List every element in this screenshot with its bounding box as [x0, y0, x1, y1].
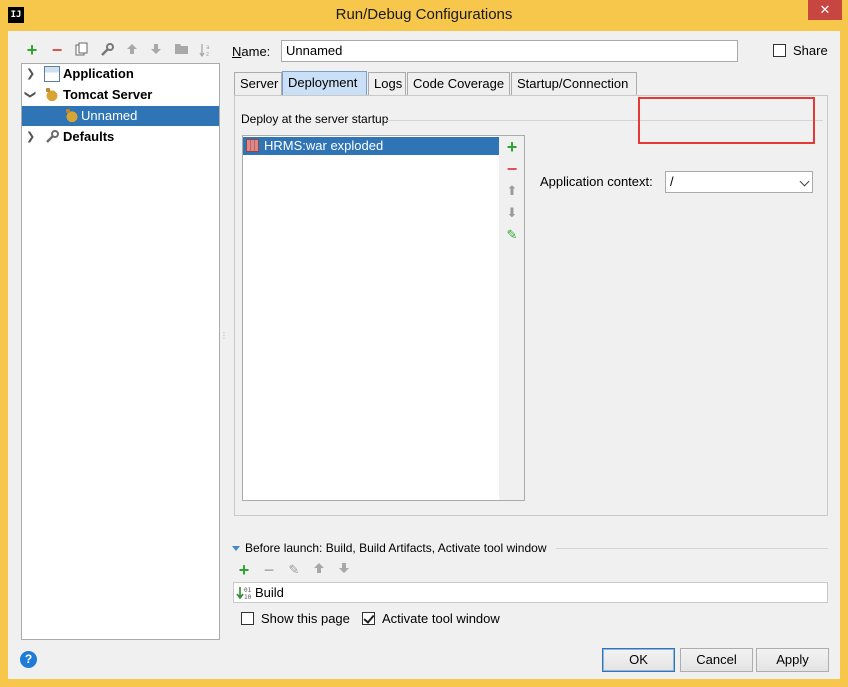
- tree-item-tomcat-server[interactable]: ❯ Tomcat Server: [22, 85, 219, 105]
- help-icon[interactable]: ?: [20, 651, 37, 668]
- tree-item-application[interactable]: ❯ Application: [22, 64, 219, 84]
- chevron-down-icon[interactable]: [799, 176, 810, 187]
- before-launch-item-label: Build: [255, 585, 284, 600]
- edit-defaults-wrench-icon[interactable]: [99, 42, 115, 58]
- tab-startup-connection[interactable]: Startup/Connection: [511, 72, 637, 96]
- tab-deployment[interactable]: Deployment: [282, 71, 367, 97]
- edit-task-icon[interactable]: ✎: [286, 561, 302, 579]
- move-up-icon[interactable]: ⬆: [504, 183, 520, 199]
- share-checkbox[interactable]: Share: [773, 43, 828, 58]
- deployment-item-label: HRMS:war exploded: [264, 138, 384, 153]
- wrench-icon: [44, 129, 60, 145]
- war-artifact-icon: [246, 139, 259, 152]
- edit-pencil-icon[interactable]: ✎: [504, 227, 520, 243]
- cancel-button[interactable]: Cancel: [680, 648, 753, 672]
- collapse-triangle-icon[interactable]: [232, 546, 240, 551]
- chevron-right-icon[interactable]: ❯: [26, 127, 36, 147]
- activate-tool-window-label: Activate tool window: [382, 611, 500, 626]
- tomcat-icon: [44, 87, 60, 103]
- svg-text:10: 10: [244, 594, 252, 601]
- application-context-label: Application context:: [540, 174, 653, 189]
- remove-configuration-icon[interactable]: −: [49, 41, 65, 59]
- svg-text:a: a: [206, 44, 210, 51]
- deployment-panel: Deploy at the server startup HRMS:war ex…: [234, 95, 828, 516]
- folder-icon[interactable]: [173, 42, 189, 58]
- show-this-page-checkbox[interactable]: Show this page: [241, 611, 350, 626]
- show-this-page-box[interactable]: [241, 612, 254, 625]
- chevron-down-icon[interactable]: ❯: [20, 90, 40, 100]
- application-context-select[interactable]: /: [665, 171, 813, 193]
- name-input[interactable]: Unnamed: [281, 40, 738, 62]
- sort-alphabetically-icon[interactable]: az: [198, 42, 214, 58]
- splitter-handle[interactable]: ⋮: [220, 331, 228, 345]
- svg-text:01: 01: [244, 587, 252, 594]
- before-launch-title: Before launch: Build, Build Artifacts, A…: [245, 541, 547, 555]
- tab-logs[interactable]: Logs: [368, 72, 406, 96]
- move-up-icon[interactable]: [311, 561, 327, 579]
- tomcat-icon: [64, 108, 80, 124]
- move-down-icon[interactable]: [336, 561, 352, 579]
- move-down-icon[interactable]: [148, 42, 164, 58]
- close-button[interactable]: ✕: [808, 0, 842, 20]
- tab-code-coverage[interactable]: Code Coverage: [407, 72, 510, 96]
- group-divider: [556, 548, 828, 549]
- application-icon: [44, 66, 60, 82]
- activate-tool-window-box[interactable]: [362, 612, 375, 625]
- deployment-list[interactable]: HRMS:war exploded: [242, 135, 500, 501]
- dialog-window: IJ Run/Debug Configurations ✕ + − az ❯ A…: [0, 0, 848, 687]
- activate-tool-window-checkbox[interactable]: Activate tool window: [362, 611, 500, 626]
- title-bar[interactable]: IJ Run/Debug Configurations ✕: [0, 0, 848, 31]
- tree-item-unnamed[interactable]: Unnamed: [22, 106, 219, 126]
- remove-deployment-icon[interactable]: −: [504, 160, 520, 178]
- move-up-icon[interactable]: [124, 42, 140, 58]
- share-label: Share: [793, 43, 828, 58]
- tree-item-defaults[interactable]: ❯ Defaults: [22, 127, 219, 147]
- add-task-icon[interactable]: +: [236, 561, 252, 579]
- application-context-value: /: [670, 174, 674, 189]
- deployment-toolbar: + − ⬆ ⬇ ✎: [499, 135, 525, 501]
- deployment-item[interactable]: HRMS:war exploded: [243, 137, 499, 155]
- tab-server[interactable]: Server: [234, 72, 282, 96]
- tree-item-label: Unnamed: [81, 108, 138, 123]
- add-configuration-icon[interactable]: +: [24, 41, 40, 59]
- chevron-right-icon[interactable]: ❯: [26, 64, 36, 84]
- add-deployment-icon[interactable]: +: [504, 138, 520, 156]
- apply-button[interactable]: Apply: [756, 648, 829, 672]
- window-title: Run/Debug Configurations: [335, 6, 513, 23]
- svg-text:z: z: [206, 51, 209, 58]
- before-launch-header[interactable]: Before launch: Build, Build Artifacts, A…: [232, 541, 547, 555]
- remove-task-icon[interactable]: −: [261, 561, 277, 579]
- share-checkbox-box[interactable]: [773, 44, 786, 57]
- name-label: Name:: [232, 44, 270, 59]
- ok-button[interactable]: OK: [602, 648, 675, 672]
- configuration-tree[interactable]: ❯ Application ❯ Tomcat Server Unnamed ❯ …: [21, 63, 220, 640]
- before-launch-list[interactable]: 01 10 Build: [233, 582, 828, 603]
- build-icon: 01 10: [236, 585, 252, 601]
- tree-item-label: Defaults: [63, 129, 115, 144]
- name-label-mnemonic: N: [232, 44, 242, 59]
- name-label-text: ame:: [241, 44, 271, 59]
- show-this-page-label: Show this page: [261, 611, 350, 626]
- tree-item-label: Tomcat Server: [63, 87, 153, 102]
- deploy-group-title: Deploy at the server startup: [241, 112, 389, 126]
- copy-configuration-icon[interactable]: [74, 42, 90, 58]
- move-down-icon[interactable]: ⬇: [504, 205, 520, 221]
- tree-item-label: Application: [63, 66, 134, 81]
- annotation-highlight-box: [638, 97, 815, 144]
